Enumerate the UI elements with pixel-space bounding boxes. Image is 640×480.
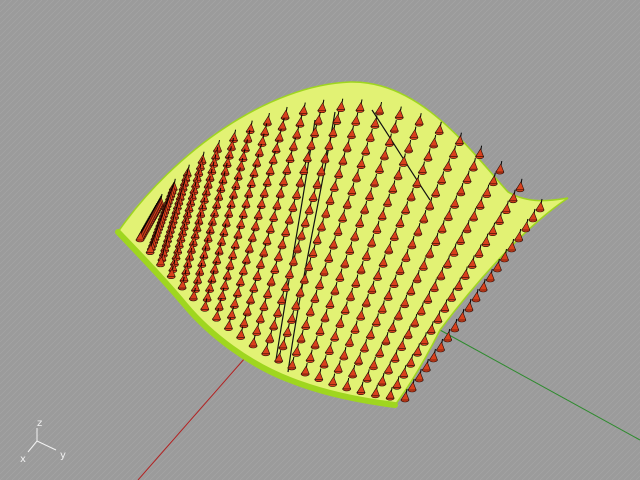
gizmo-z-label: z: [37, 418, 42, 429]
gizmo-y-label: y: [60, 450, 66, 461]
gizmo-x-label: x: [20, 454, 26, 465]
3d-viewport[interactable]: z x y: [0, 0, 640, 480]
